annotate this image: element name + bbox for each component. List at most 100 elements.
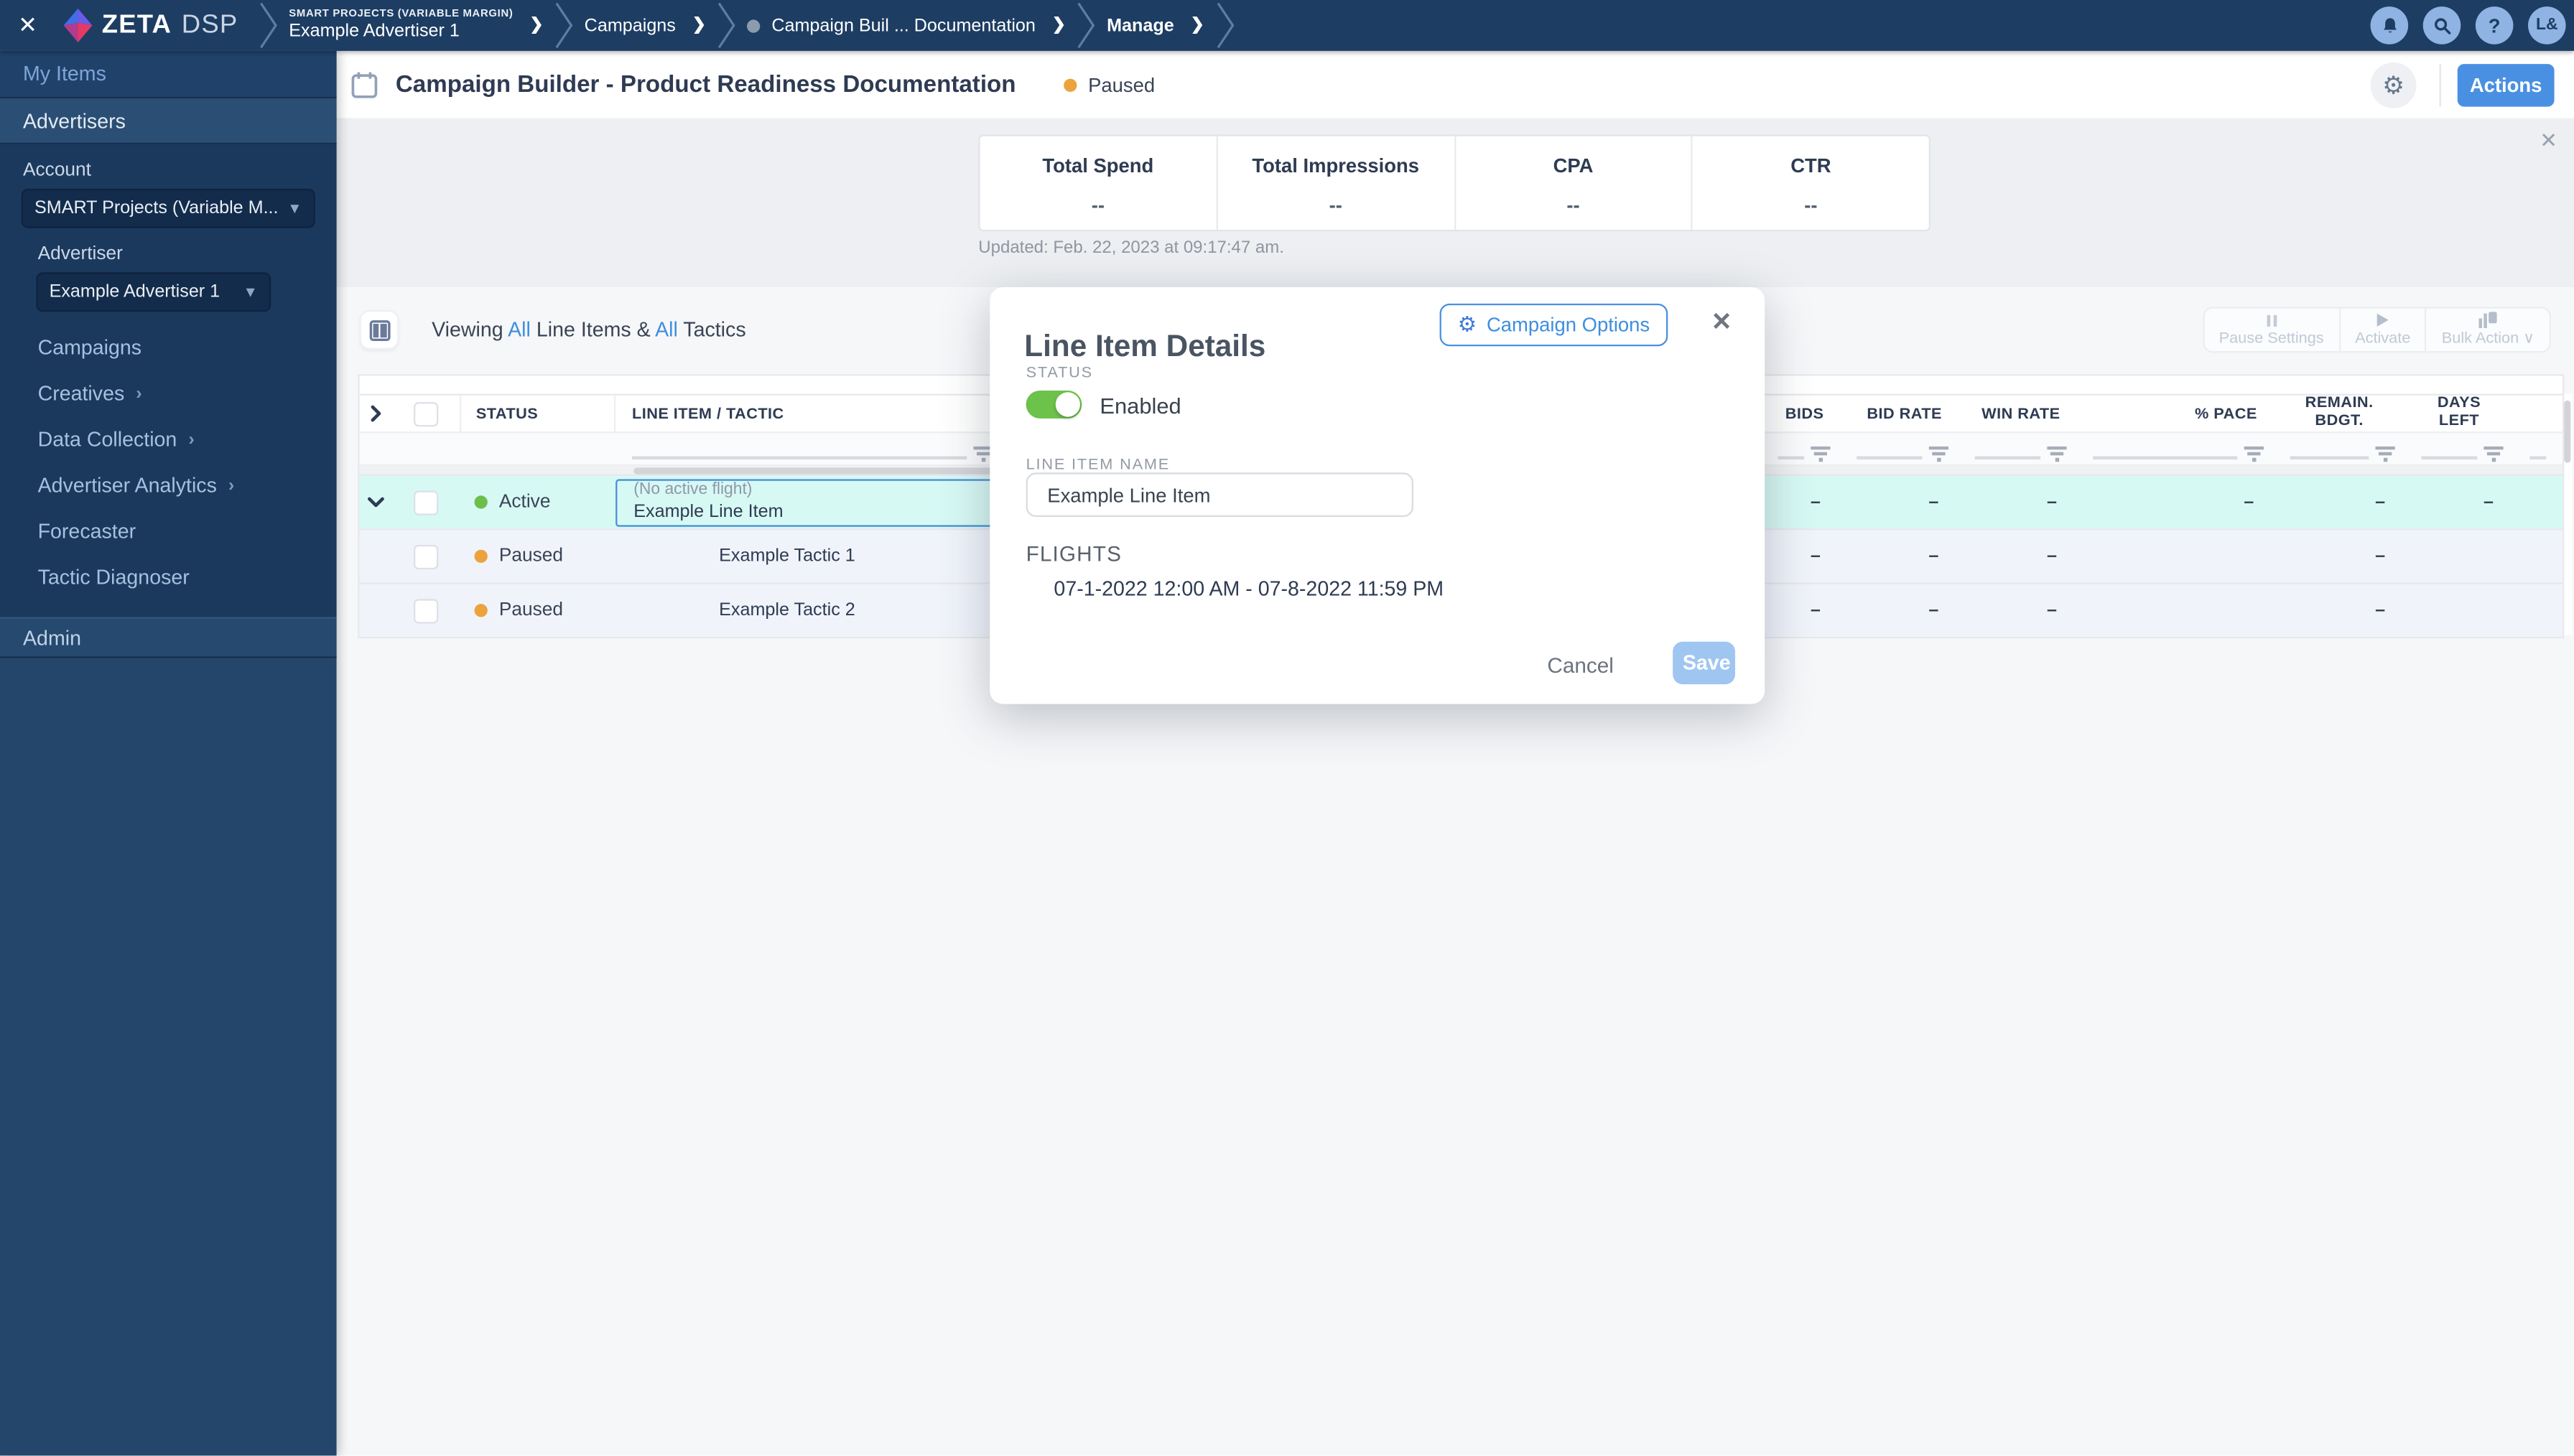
- collapse-row-button[interactable]: [360, 495, 393, 508]
- tactic-name-cell[interactable]: Example Tactic 1: [615, 546, 1003, 566]
- sidebar-item-creatives[interactable]: Creatives ›: [0, 371, 337, 417]
- sidebar-item-data-collection[interactable]: Data Collection ›: [0, 417, 337, 463]
- row-checkbox[interactable]: [392, 490, 460, 515]
- sidebar-item-advertisers[interactable]: Advertisers: [0, 98, 337, 145]
- filter-icon: [2244, 446, 2264, 462]
- column-header-line-item[interactable]: LINE ITEM / TACTIC: [615, 395, 1003, 432]
- help-button[interactable]: ?: [2475, 6, 2514, 45]
- campaign-options-button[interactable]: ⚙ Campaign Options: [1439, 303, 1668, 347]
- column-header-status[interactable]: STATUS: [459, 395, 616, 432]
- expand-all-button[interactable]: [360, 396, 393, 431]
- bell-icon: [2382, 17, 2396, 32]
- cell-bids: –: [1810, 546, 1821, 566]
- line-item-name-label: LINE ITEM NAME: [1026, 456, 1171, 475]
- filter-bids[interactable]: [1762, 433, 1841, 464]
- column-header-bids[interactable]: BIDS: [1762, 396, 1841, 431]
- columns-button[interactable]: [359, 309, 399, 350]
- page-title: Campaign Builder - Product Readiness Doc…: [395, 71, 1016, 98]
- sidebar-item-tactic-diagnoser[interactable]: Tactic Diagnoser: [0, 555, 337, 601]
- viewing-summary: Viewing All Line Items & All Tactics: [432, 318, 746, 342]
- breadcrumb-campaigns[interactable]: Campaigns ❯: [575, 16, 716, 35]
- line-item-name-cell[interactable]: (No active flight) Example Line Item: [615, 478, 1003, 526]
- activate-button[interactable]: Activate: [2341, 308, 2427, 352]
- stat-ctr: CTR --: [1790, 154, 1831, 217]
- sidebar-nav-panel: Account SMART Projects (Variable M... ▼ …: [0, 144, 337, 617]
- breadcrumb-account[interactable]: SMART PROJECTS (VARIABLE MARGIN) Example…: [279, 7, 554, 43]
- avatar[interactable]: L&: [2527, 6, 2566, 45]
- select-all-checkbox[interactable]: [392, 396, 460, 431]
- filter-days-left[interactable]: [2405, 433, 2514, 464]
- stat-total-spend: Total Spend --: [980, 136, 1218, 230]
- line-item-name-input[interactable]: [1026, 472, 1413, 517]
- row-checkbox[interactable]: [392, 543, 460, 569]
- breadcrumb-separator: [717, 2, 735, 49]
- column-header-remaining-budget[interactable]: REMAIN. BDGT.: [2274, 394, 2405, 431]
- advertiser-select[interactable]: Example Advertiser 1 ▼: [36, 272, 271, 312]
- close-stats-icon[interactable]: ✕: [2540, 128, 2557, 154]
- filter-bid-rate[interactable]: [1840, 433, 1959, 464]
- breadcrumb-manage[interactable]: Manage ❯: [1097, 16, 1214, 35]
- filter-line-item[interactable]: [615, 433, 1003, 464]
- sidebar: My Items Advertisers Account SMART Proje…: [0, 50, 337, 1456]
- vertical-scrollbar[interactable]: [2564, 393, 2573, 635]
- paused-dot-icon: [474, 604, 488, 617]
- sidebar-item-forecaster[interactable]: Forecaster: [0, 509, 337, 555]
- filter-pace[interactable]: [2076, 433, 2273, 464]
- sidebar-item-campaigns[interactable]: Campaigns: [0, 325, 337, 371]
- account-select[interactable]: SMART Projects (Variable M... ▼: [21, 188, 315, 228]
- bulk-action-button[interactable]: Bulk Action ∨: [2427, 309, 2550, 351]
- column-header-pace[interactable]: % PACE: [2076, 396, 2273, 431]
- pause-settings-button[interactable]: Pause Settings: [2204, 308, 2341, 352]
- chevron-down-icon: ▼: [287, 200, 302, 217]
- top-bar: ✕ ZETA DSP SMART PROJECTS (VARIABLE MARG…: [0, 0, 2574, 51]
- search-button[interactable]: [2422, 6, 2461, 45]
- cell-days-left: –: [2483, 492, 2494, 513]
- scrollbar-thumb[interactable]: [633, 467, 1000, 475]
- column-header-days-left[interactable]: DAYS LEFT: [2405, 394, 2514, 431]
- cell-pace: –: [2244, 492, 2254, 513]
- stats-card: Total Spend -- Total Impressions -- CPA …: [978, 134, 1930, 232]
- settings-button[interactable]: ⚙: [2370, 61, 2417, 108]
- cell-bids: –: [1810, 492, 1821, 513]
- cell-pace: [2076, 530, 2273, 582]
- divider: [2439, 62, 2441, 106]
- cell-remaining-budget: –: [2375, 546, 2386, 566]
- filter-win-rate[interactable]: [1959, 433, 2077, 464]
- breadcrumb-advertiser-name: Example Advertiser 1: [289, 20, 460, 41]
- cell-bids: –: [1810, 600, 1821, 620]
- line-item-details-modal: Line Item Details ⚙ Campaign Options ✕ S…: [990, 286, 1765, 704]
- chevron-right-icon: ›: [188, 429, 195, 450]
- sidebar-item-my-items[interactable]: My Items: [0, 50, 337, 99]
- column-header-win-rate[interactable]: WIN RATE: [1959, 396, 2077, 431]
- breadcrumb-campaign[interactable]: Campaign Buil ... Documentation ❯: [737, 16, 1075, 35]
- cancel-button[interactable]: Cancel: [1538, 651, 1624, 679]
- gear-icon: ⚙: [2382, 71, 2405, 100]
- selected-name-cell[interactable]: (No active flight) Example Line Item: [615, 478, 1003, 526]
- viewing-all-tactics-link[interactable]: All: [655, 318, 678, 341]
- notifications-button[interactable]: [2370, 6, 2409, 45]
- scrollbar-thumb[interactable]: [2564, 400, 2571, 463]
- advertiser-select-value: Example Advertiser 1: [49, 282, 220, 302]
- chevron-right-icon: ❯: [529, 16, 544, 34]
- zeta-diamond-icon: [63, 8, 93, 42]
- zeta-dsp-logo: ZETA DSP: [62, 6, 238, 45]
- chevron-down-icon: [367, 497, 384, 508]
- tactic-name-cell[interactable]: Example Tactic 2: [615, 601, 1003, 620]
- filter-input[interactable]: [631, 456, 967, 459]
- cell-win-rate: –: [2046, 492, 2057, 513]
- filter-remaining-budget[interactable]: [2274, 433, 2405, 464]
- modal-close-icon[interactable]: ✕: [1711, 307, 1732, 337]
- updated-timestamp: Updated: Feb. 22, 2023 at 09:17:47 am.: [978, 238, 1284, 258]
- actions-button[interactable]: Actions: [2457, 62, 2555, 106]
- sidebar-item-advertiser-analytics[interactable]: Advertiser Analytics ›: [0, 463, 337, 509]
- column-header-bid-rate[interactable]: BID RATE: [1840, 396, 1959, 431]
- paused-dot-icon: [474, 549, 488, 563]
- help-icon: ?: [2488, 14, 2501, 37]
- logo-suffix: DSP: [181, 10, 238, 39]
- viewing-all-line-items-link[interactable]: All: [508, 318, 531, 341]
- save-button[interactable]: Save: [1673, 641, 1735, 685]
- sidebar-item-admin[interactable]: Admin: [0, 617, 337, 658]
- row-checkbox[interactable]: [392, 598, 460, 623]
- status-toggle[interactable]: [1026, 390, 1082, 419]
- close-icon[interactable]: ✕: [18, 11, 47, 39]
